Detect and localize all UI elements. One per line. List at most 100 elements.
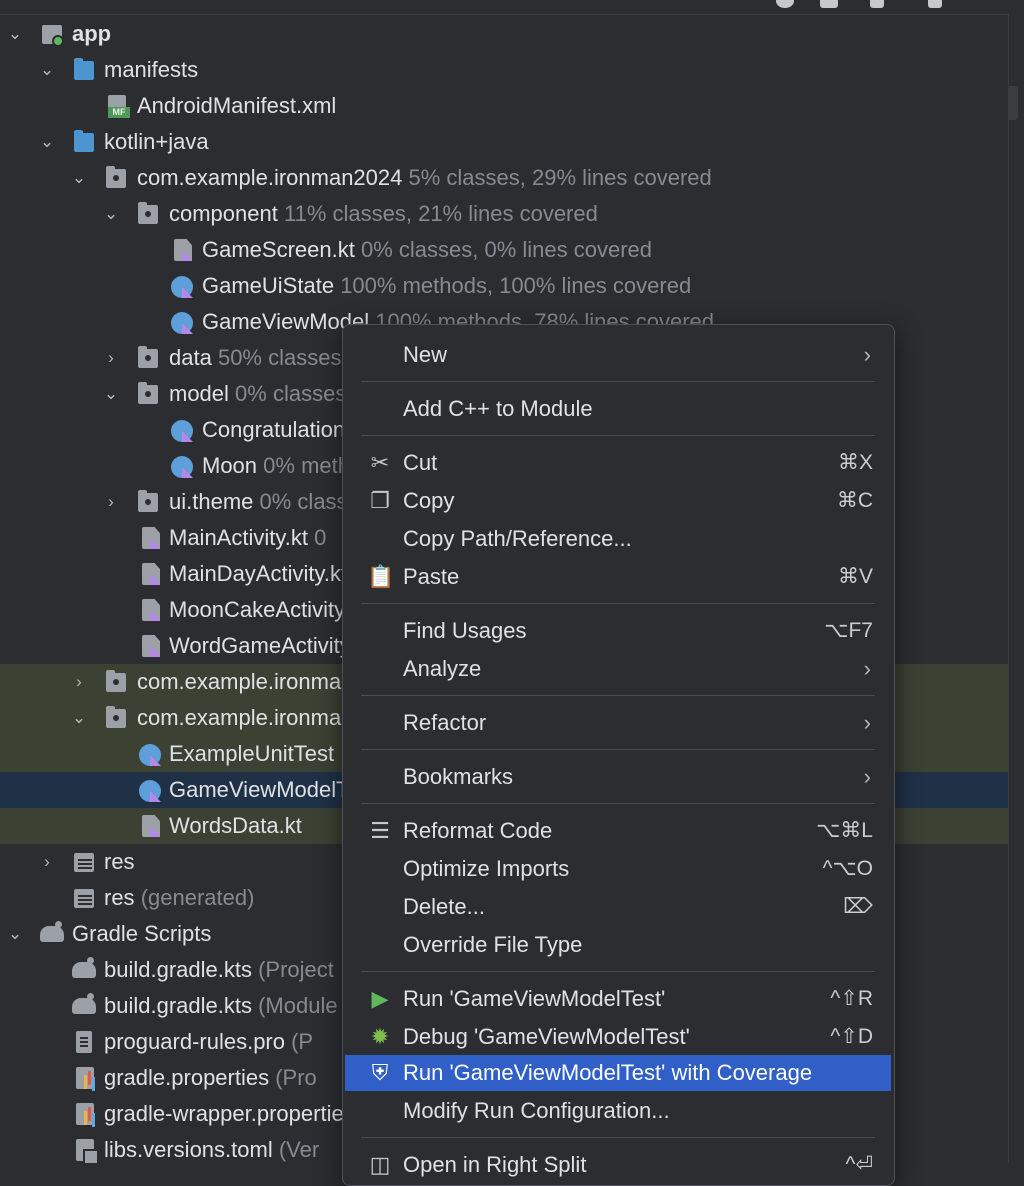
toml-file-icon bbox=[76, 1139, 99, 1165]
menu-item-delete[interactable]: Delete... ⌦ bbox=[345, 889, 891, 925]
coverage-hint: 0 bbox=[314, 525, 327, 550]
kotlin-class-icon bbox=[171, 312, 193, 334]
coverage-hint: 5% classes, 29% lines covered bbox=[408, 165, 712, 190]
tree-label: ExampleUnitTest bbox=[169, 741, 335, 766]
tree-label: component bbox=[169, 201, 278, 226]
tree-hint: (Ver bbox=[278, 1137, 320, 1162]
package-icon bbox=[138, 490, 158, 512]
tree-row-component[interactable]: ⌄ component 11% classes, 21% lines cover… bbox=[0, 196, 1008, 232]
chevron-down-icon[interactable]: ⌄ bbox=[70, 700, 88, 736]
chevron-right-icon[interactable]: › bbox=[38, 844, 56, 880]
tree-label: kotlin+java bbox=[104, 129, 209, 154]
scissors-icon: ✂ bbox=[370, 450, 390, 475]
tree-label: res bbox=[104, 885, 135, 910]
menu-separator bbox=[361, 749, 875, 750]
chevron-down-icon[interactable]: ⌄ bbox=[102, 376, 120, 412]
tree-hint: (Project bbox=[258, 957, 334, 982]
chevron-down-icon[interactable]: ⌄ bbox=[6, 16, 24, 52]
more-icon[interactable] bbox=[928, 0, 942, 8]
menu-separator bbox=[361, 695, 875, 696]
tree-hint: (Pro bbox=[275, 1065, 317, 1090]
tree-row-manifests[interactable]: ⌄ manifests bbox=[0, 52, 1008, 88]
tree-label: data bbox=[169, 345, 212, 370]
tree-label: AndroidManifest.xml bbox=[137, 93, 337, 118]
menu-item-refactor[interactable]: Refactor › bbox=[345, 705, 891, 741]
kotlin-class-icon bbox=[171, 276, 193, 298]
options-icon[interactable] bbox=[870, 0, 884, 8]
kotlin-class-icon bbox=[171, 456, 193, 478]
gradle-file-icon bbox=[72, 957, 96, 978]
chevron-down-icon[interactable]: ⌄ bbox=[102, 196, 120, 232]
menu-item-analyze[interactable]: Analyze › bbox=[345, 651, 891, 687]
menu-separator bbox=[361, 435, 875, 436]
menu-item-run[interactable]: ▶ Run 'GameViewModelTest' ^⇧R bbox=[345, 981, 891, 1017]
tree-label: MoonCakeActivity.kt bbox=[169, 597, 367, 622]
chevron-down-icon[interactable]: ⌄ bbox=[6, 916, 24, 952]
shortcut: ⌘C bbox=[836, 489, 873, 512]
coverage-hint: 50% classes bbox=[217, 345, 342, 370]
package-icon bbox=[106, 670, 126, 692]
kotlin-file-icon bbox=[142, 599, 160, 621]
tree-row-gamescreen[interactable]: GameScreen.kt 0% classes, 0% lines cover… bbox=[0, 232, 1008, 268]
tree-label: GameUiState bbox=[202, 273, 335, 298]
menu-item-new[interactable]: New › bbox=[345, 337, 891, 373]
menu-item-find-usages[interactable]: Find Usages ⌥F7 bbox=[345, 613, 891, 649]
menu-item-paste[interactable]: 📋 Paste ⌘V bbox=[345, 559, 891, 595]
menu-item-optimize-imports[interactable]: Optimize Imports ^⌥O bbox=[345, 851, 891, 887]
kotlin-class-icon bbox=[171, 420, 193, 442]
chevron-right-icon[interactable]: › bbox=[102, 484, 120, 520]
menu-item-copy[interactable]: ❐ Copy ⌘C bbox=[345, 483, 891, 519]
tree-label: com.example.ironman2024 bbox=[137, 165, 403, 190]
tree-label: libs.versions.toml bbox=[104, 1137, 273, 1162]
shortcut: ^⇧D bbox=[830, 1025, 873, 1048]
folder-icon bbox=[74, 130, 94, 152]
tree-label: manifests bbox=[104, 57, 199, 82]
toolbar-strip bbox=[0, 0, 1024, 15]
package-icon bbox=[106, 166, 126, 188]
shortcut: ⌥F7 bbox=[824, 619, 873, 642]
copy-icon: ❐ bbox=[370, 488, 390, 513]
kotlin-class-icon bbox=[139, 744, 161, 766]
menu-item-debug[interactable]: ✹ Debug 'GameViewModelTest' ^⇧D bbox=[345, 1019, 891, 1055]
scrollbar-thumb[interactable] bbox=[1008, 86, 1018, 120]
menu-item-reformat[interactable]: ☰ Reformat Code ⌥⌘L bbox=[345, 813, 891, 849]
chevron-right-icon[interactable]: › bbox=[70, 664, 88, 700]
kotlin-file-icon bbox=[142, 563, 160, 585]
tree-row-app[interactable]: ⌄ app bbox=[0, 16, 1008, 52]
chevron-right-icon[interactable]: › bbox=[102, 340, 120, 376]
scrollbar-track[interactable] bbox=[1008, 14, 1024, 1163]
chevron-down-icon[interactable]: ⌄ bbox=[38, 124, 56, 160]
tree-label: res bbox=[104, 849, 135, 874]
run-icon: ▶ bbox=[371, 986, 389, 1011]
chevron-down-icon[interactable]: ⌄ bbox=[38, 52, 56, 88]
tree-label: proguard-rules.pro bbox=[104, 1029, 285, 1054]
menu-separator bbox=[361, 971, 875, 972]
shortcut: ⌥⌘L bbox=[816, 819, 873, 842]
tree-label: gradle-wrapper.properties bbox=[104, 1101, 355, 1126]
menu-item-override-file-type[interactable]: Override File Type bbox=[345, 927, 891, 963]
tree-label: model bbox=[169, 381, 229, 406]
menu-item-bookmarks[interactable]: Bookmarks › bbox=[345, 759, 891, 795]
chevron-down-icon[interactable]: ⌄ bbox=[70, 160, 88, 196]
shortcut: ^⏎ bbox=[845, 1153, 873, 1176]
menu-item-copy-path[interactable]: Copy Path/Reference... bbox=[345, 521, 891, 557]
kotlin-file-icon bbox=[174, 239, 192, 261]
menu-item-run-with-coverage[interactable]: ⛨ Run 'GameViewModelTest' with Coverage bbox=[345, 1055, 891, 1091]
menu-item-cut[interactable]: ✂ Cut ⌘X bbox=[345, 445, 891, 481]
menu-item-modify-run-config[interactable]: Modify Run Configuration... bbox=[345, 1093, 891, 1129]
tree-label: MainDayActivity.kt bbox=[169, 561, 348, 586]
collapse-icon[interactable] bbox=[820, 0, 838, 8]
tree-row-kotlin-java[interactable]: ⌄ kotlin+java bbox=[0, 124, 1008, 160]
menu-item-open-right-split[interactable]: ◫ Open in Right Split ^⏎ bbox=[345, 1147, 891, 1183]
kotlin-file-icon bbox=[142, 527, 160, 549]
menu-item-add-cpp[interactable]: Add C++ to Module bbox=[345, 391, 891, 427]
info-icon[interactable] bbox=[776, 0, 794, 8]
tree-label: Congratulations bbox=[202, 417, 357, 442]
tree-row-gameuistate[interactable]: GameUiState 100% methods, 100% lines cov… bbox=[0, 268, 1008, 304]
reformat-icon: ☰ bbox=[370, 818, 390, 843]
tree-label: build.gradle.kts bbox=[104, 957, 252, 982]
shortcut: ^⌥O bbox=[822, 857, 873, 880]
tree-row-package-main[interactable]: ⌄ com.example.ironman2024 5% classes, 29… bbox=[0, 160, 1008, 196]
folder-icon bbox=[74, 58, 94, 80]
tree-row-android-manifest[interactable]: MF AndroidManifest.xml bbox=[0, 88, 1008, 124]
